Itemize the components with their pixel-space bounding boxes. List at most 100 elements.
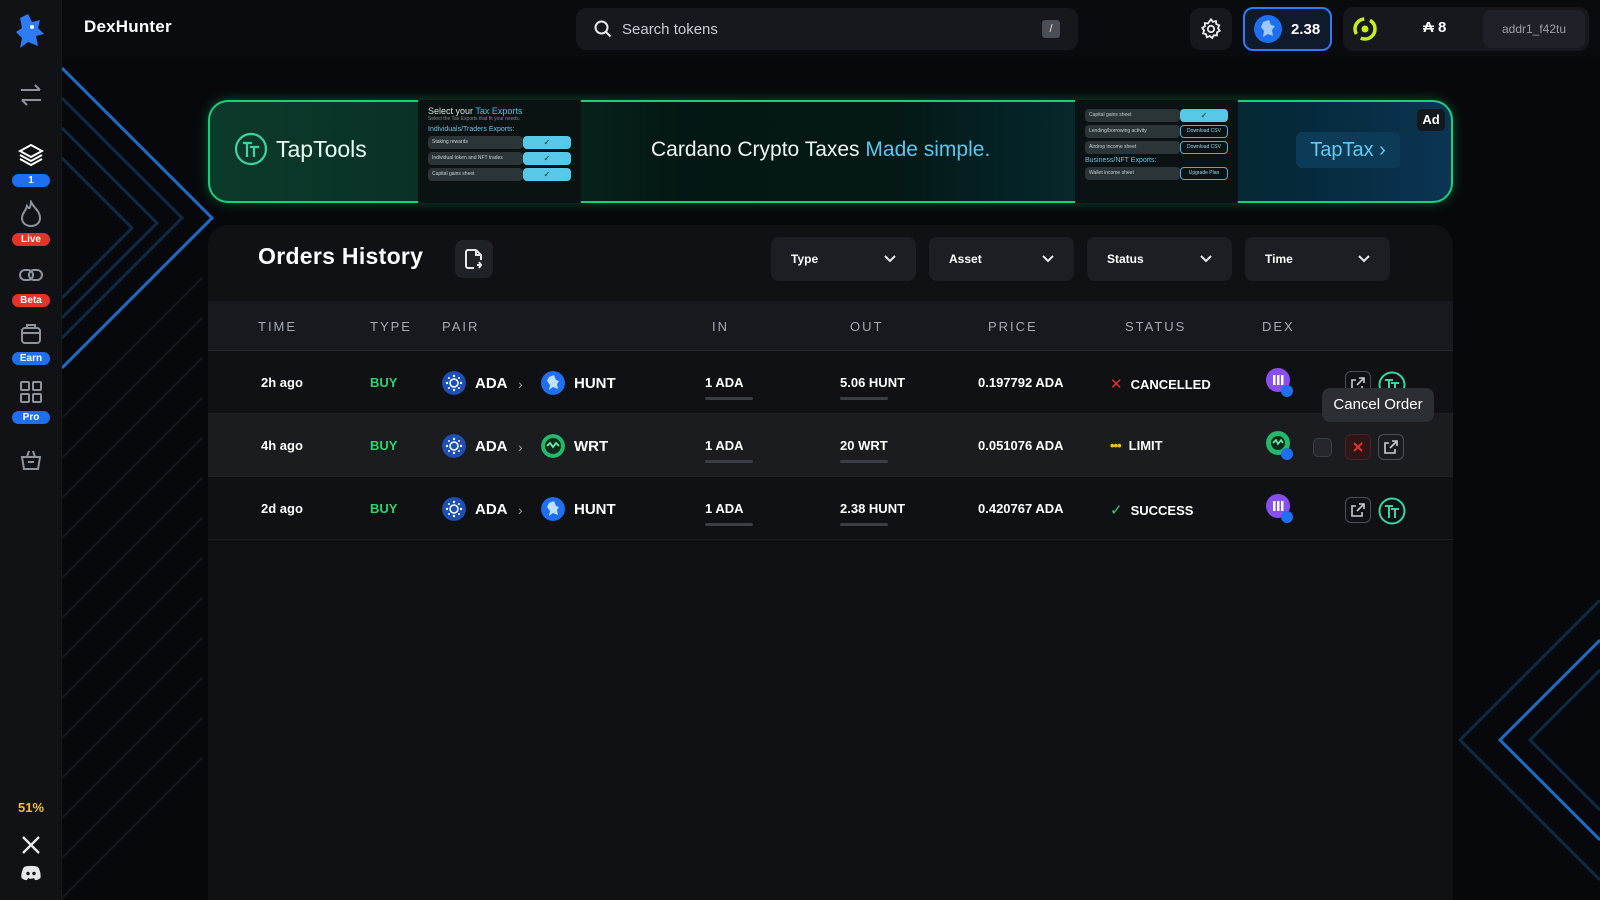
table-row[interactable]: 2d ago BUY ADA › HUNT 1 ADA 2.38 HUNT 0.…	[208, 477, 1453, 540]
chevron-right-icon: ›	[518, 376, 523, 392]
filter-time-dropdown[interactable]: Time	[1245, 237, 1390, 281]
chevron-right-icon: ›	[518, 502, 523, 518]
sidebar-item-orders[interactable]: 1	[0, 140, 62, 187]
ad-right-panel: Capital gains sheet ✓ Lending/borrowing a…	[1075, 100, 1238, 203]
order-in: 1 ADA	[705, 438, 744, 453]
gear-icon	[1200, 18, 1222, 40]
column-header-time[interactable]: TIME	[258, 319, 297, 334]
order-select-checkbox[interactable]	[1313, 438, 1332, 457]
filter-label: Time	[1265, 252, 1293, 266]
column-header-pair[interactable]: PAIR	[442, 319, 479, 334]
order-type: BUY	[370, 438, 398, 453]
progress-percent: 51%	[17, 800, 45, 815]
pending-dots-icon: •••	[1110, 438, 1122, 453]
ad-panel-row: Wallet income sheet Upgrade Plan	[1085, 167, 1228, 180]
ad-brand: TapTools	[234, 132, 367, 166]
pair-from-token[interactable]: ADA	[442, 497, 508, 521]
pair-to-token[interactable]: HUNT	[541, 497, 616, 521]
bag-icon	[16, 318, 46, 348]
column-header-dex[interactable]: DEX	[1262, 319, 1295, 334]
orders-count-badge: 1	[12, 174, 50, 187]
order-time: 2d ago	[261, 501, 303, 516]
sidebar-item-basket[interactable]	[0, 445, 62, 475]
beta-badge: Beta	[12, 294, 50, 307]
filter-label: Type	[791, 252, 819, 266]
taptools-icon[interactable]	[1378, 497, 1406, 525]
ad-brand-name: TapTools	[276, 135, 367, 162]
chevron-down-icon	[1358, 255, 1370, 263]
search-input[interactable]	[622, 20, 1022, 38]
column-header-status[interactable]: STATUS	[1125, 319, 1186, 334]
search-icon	[594, 20, 612, 38]
dex-logo-icon[interactable]	[1266, 431, 1294, 461]
pair-to-token[interactable]: HUNT	[541, 371, 616, 395]
page-title: Orders History	[258, 243, 424, 269]
ada-token-icon	[442, 434, 466, 458]
order-out: 20 WRT	[840, 438, 888, 453]
grid-icon	[16, 377, 46, 407]
filter-label: Asset	[949, 252, 982, 266]
order-price: 0.420767 ADA	[978, 501, 1064, 516]
x-social-link[interactable]	[0, 830, 62, 860]
cancel-order-button[interactable]	[1345, 434, 1371, 460]
fire-icon	[16, 199, 46, 229]
column-header-in[interactable]: IN	[712, 319, 729, 334]
order-status: ✓ SUCCESS	[1110, 502, 1194, 519]
taptools-ad-banner[interactable]: TapTools Select your Tax Exports Select …	[208, 100, 1453, 203]
wallet-panel[interactable]: ₳ 8 addr1_f42tu	[1343, 7, 1589, 51]
dex-logo-icon[interactable]	[1266, 494, 1294, 524]
discord-link[interactable]	[0, 858, 62, 888]
top-bar: DexHunter / 2.38 ₳ 8 addr1_f42tu	[62, 0, 1600, 58]
fill-bar	[705, 460, 753, 463]
sidebar-item-link[interactable]: Beta	[0, 260, 62, 307]
order-out: 5.06 HUNT	[840, 375, 906, 390]
order-time: 4h ago	[261, 438, 303, 453]
settings-button[interactable]	[1190, 8, 1232, 50]
sidebar-item-earn[interactable]: Earn	[0, 318, 62, 365]
filter-label: Status	[1107, 252, 1144, 266]
taptax-cta-button[interactable]: TapTax ›	[1296, 132, 1400, 168]
filter-status-dropdown[interactable]: Status	[1087, 237, 1232, 281]
filter-type-dropdown[interactable]: Type	[771, 237, 916, 281]
pro-badge: Pro	[12, 411, 50, 424]
ad-panel-row: Lending/borrowing activity Download CSV	[1085, 125, 1228, 138]
taptools-logo-icon	[234, 132, 268, 166]
external-link-icon	[1351, 503, 1365, 517]
token-balance-button[interactable]: 2.38	[1243, 7, 1332, 51]
table-header: TIME TYPE PAIR IN OUT PRICE STATUS DEX	[208, 301, 1453, 351]
order-in: 1 ADA	[705, 501, 744, 516]
ad-panel-row: Capital gains sheet ✓	[428, 168, 571, 181]
search-bar[interactable]: /	[576, 8, 1078, 50]
sidebar-item-live[interactable]: Live	[0, 199, 62, 246]
column-header-price[interactable]: PRICE	[988, 319, 1038, 334]
table-row[interactable]: 2h ago BUY ADA › HUNT 1 ADA 5.06 HUNT 0.…	[208, 351, 1453, 414]
pair-from-token[interactable]: ADA	[442, 371, 508, 395]
filter-asset-dropdown[interactable]: Asset	[929, 237, 1074, 281]
view-transaction-button[interactable]	[1378, 434, 1404, 460]
dexhunter-logo[interactable]	[14, 12, 48, 52]
search-shortcut-key: /	[1042, 20, 1060, 38]
pair-from-token[interactable]: ADA	[442, 434, 508, 458]
hunt-token-icon	[541, 497, 565, 521]
sidebar-item-swap[interactable]	[0, 80, 62, 110]
view-transaction-button[interactable]	[1345, 497, 1371, 523]
ad-headline: Cardano Crypto Taxes Made simple.	[651, 138, 991, 161]
layers-icon	[16, 140, 46, 170]
export-button[interactable]	[455, 240, 493, 278]
dex-logo-icon[interactable]	[1266, 368, 1294, 398]
pair-to-token[interactable]: WRT	[541, 434, 608, 458]
chevron-down-icon	[884, 255, 896, 263]
cancelled-icon: ✕	[1110, 376, 1123, 393]
order-type: BUY	[370, 501, 398, 516]
table-row[interactable]: 4h ago BUY ADA › WRT 1 ADA 20 WRT 0.0510…	[208, 414, 1453, 477]
column-header-out[interactable]: OUT	[850, 319, 883, 334]
ad-panel-subtitle: Select the Tax Exports that fit your nee…	[428, 116, 521, 122]
ad-tag: Ad	[1417, 109, 1445, 131]
wallet-address[interactable]: addr1_f42tu	[1483, 10, 1585, 48]
column-header-type[interactable]: TYPE	[370, 319, 412, 334]
ad-panel-row: Airdrop income sheet Download CSV	[1085, 141, 1228, 154]
ad-panel-title: Select your Tax Exports	[428, 106, 523, 116]
brand-name[interactable]: DexHunter	[84, 17, 172, 37]
sidebar-item-pro[interactable]: Pro	[0, 377, 62, 424]
order-out: 2.38 HUNT	[840, 501, 906, 516]
